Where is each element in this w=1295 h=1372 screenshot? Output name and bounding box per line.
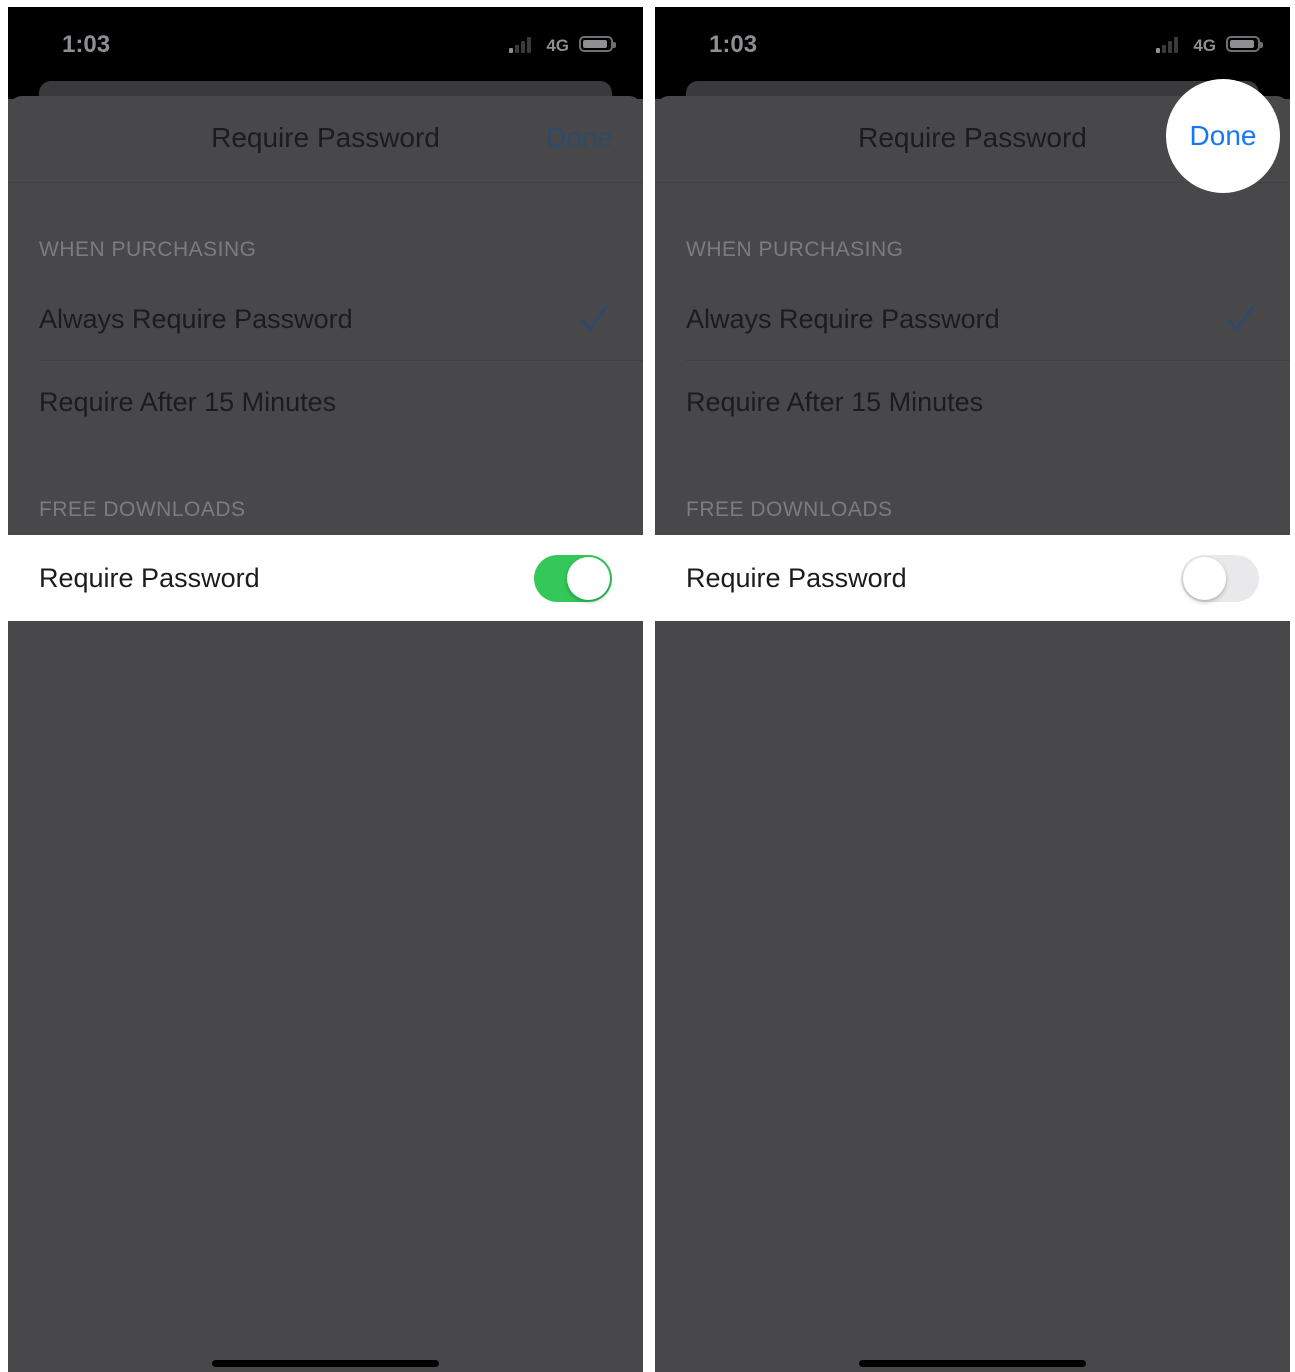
done-button[interactable]: Done [546,122,613,154]
cellular-signal-icon [1156,37,1184,53]
toggle-knob [1183,557,1226,600]
option-label: Always Require Password [39,304,353,334]
option-always-require-password[interactable]: Always Require Password [655,278,1290,361]
home-indicator[interactable] [212,1360,439,1367]
cellular-signal-icon [509,37,537,53]
network-type: 4G [546,36,569,55]
phone-screen-left: 1:03 4G Require Password Done WHEN PURCH… [8,7,643,1372]
option-label: Require After 15 Minutes [686,387,984,417]
toggle-label: Require Password [39,563,260,593]
free-downloads-require-password-row: Require Password [8,535,643,621]
phone-screen-right: 1:03 4G Require Password Done WHEN PURCH… [655,7,1290,1372]
require-password-toggle[interactable] [534,555,612,602]
done-button-highlighted[interactable]: Done [1166,79,1280,193]
option-require-after-15-minutes[interactable]: Require After 15 Minutes [8,361,643,443]
free-downloads-require-password-row: Require Password [655,535,1290,621]
nav-bar: Require Password Done [8,96,643,183]
section-header-when-purchasing: WHEN PURCHASING [39,238,257,261]
status-time: 1:03 [62,31,111,58]
section-header-free-downloads: FREE DOWNLOADS [39,498,246,521]
battery-icon [579,36,616,52]
require-password-toggle[interactable] [1181,555,1259,602]
checkmark-icon [580,305,608,331]
option-always-require-password[interactable]: Always Require Password [8,278,643,361]
option-label: Require After 15 Minutes [39,387,337,417]
option-label: Always Require Password [686,304,1000,334]
section-header-free-downloads: FREE DOWNLOADS [686,498,893,521]
battery-icon [1226,36,1263,52]
toggle-label: Require Password [686,563,907,593]
checkmark-icon [1227,305,1255,331]
option-require-after-15-minutes[interactable]: Require After 15 Minutes [655,361,1290,443]
network-type: 4G [1193,36,1216,55]
settings-sheet: Require Password Done WHEN PURCHASING Al… [655,79,1290,1372]
nav-bar: Require Password Done [655,79,1290,193]
toggle-knob [567,557,610,600]
home-indicator[interactable] [859,1360,1086,1367]
status-time: 1:03 [709,31,758,58]
settings-sheet: Require Password Done WHEN PURCHASING Al… [8,96,643,1372]
section-header-when-purchasing: WHEN PURCHASING [686,238,904,261]
